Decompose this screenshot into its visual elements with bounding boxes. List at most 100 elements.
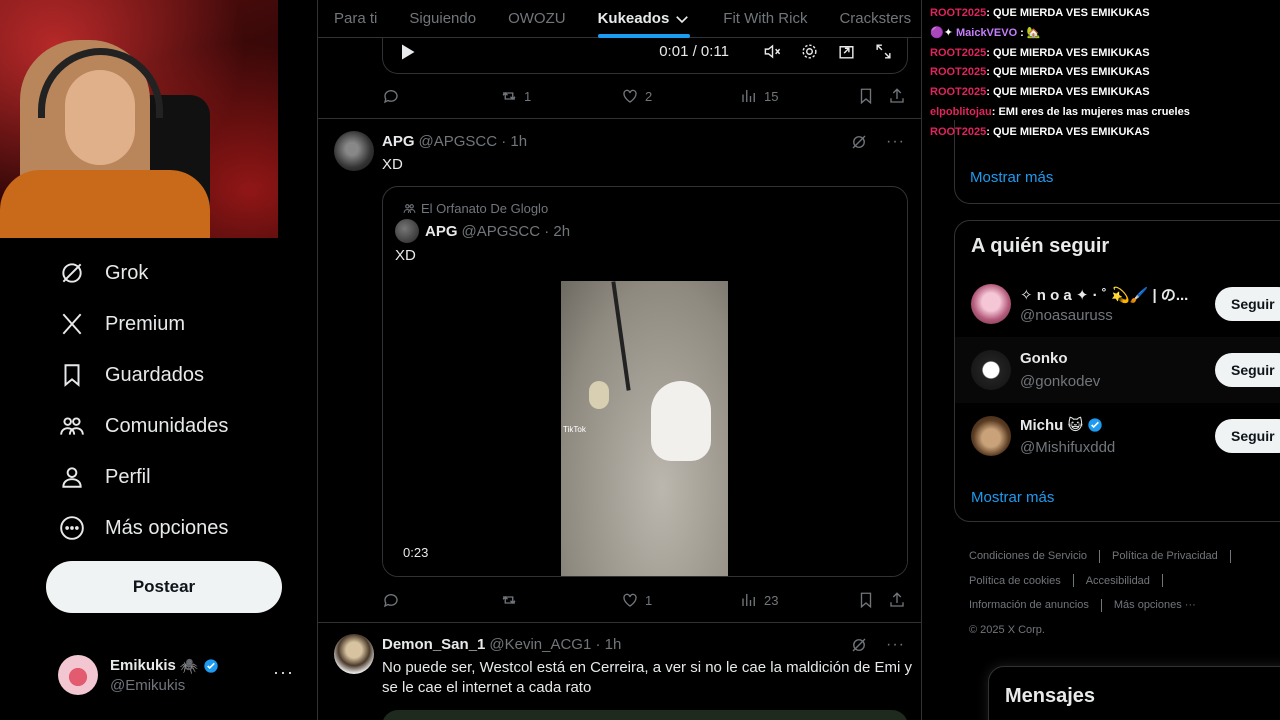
community-label[interactable]: El Orfanato De Gloglo (403, 201, 548, 216)
footer-links: Condiciones de Servicio Política de Priva… (969, 544, 1269, 642)
author-name[interactable]: Demon_San_1 (382, 636, 485, 653)
avatar[interactable] (334, 634, 374, 674)
tweet-text: No puede ser, Westcol está en Cerreira, … (382, 659, 912, 696)
like-button[interactable]: 1 (621, 591, 652, 609)
pip-icon[interactable] (836, 42, 856, 62)
tweet-media[interactable] (382, 710, 908, 720)
follow-button[interactable]: Seguir (1215, 419, 1280, 453)
chat-username: ROOT2025 (930, 125, 987, 138)
more-dots-icon[interactable]: ··· (886, 133, 905, 151)
follow-button[interactable]: Seguir (1215, 287, 1280, 321)
bookmark-button[interactable] (857, 87, 875, 105)
x-logo-icon (58, 310, 86, 338)
share-icon (890, 88, 904, 103)
like-count: 2 (645, 88, 653, 104)
account-display-name: Emikukis (110, 657, 176, 674)
footer-link[interactable]: Política de Privacidad (1112, 550, 1218, 562)
tab-owozu[interactable]: OWOZU (492, 0, 582, 38)
right-sidebar: ROOT2025: QUE MIERDA VES EMIKUKAS 🟣✦ Maic… (922, 0, 1280, 720)
communities-icon (403, 204, 416, 213)
views-button[interactable]: 23 (740, 591, 778, 609)
share-button[interactable] (888, 591, 906, 609)
chat-message: ROOT2025: QUE MIERDA VES EMIKUKAS (930, 123, 1270, 143)
avatar (971, 350, 1011, 390)
fullscreen-icon[interactable] (873, 42, 893, 62)
avatar[interactable] (334, 131, 374, 171)
footer-link[interactable]: Política de cookies (969, 575, 1061, 587)
follow-suggestion[interactable]: ✧ n o a ✦ · ˚ 💫🖌️ | の... @noasauruss Seg… (955, 271, 1280, 337)
footer-link[interactable]: Condiciones de Servicio (969, 550, 1087, 562)
tab-label: Fit With Rick (723, 10, 808, 27)
author-handle[interactable]: @Kevin_ACG1 · 1h (489, 636, 621, 653)
retweet-button[interactable]: 1 (500, 87, 531, 105)
tab-cracksters[interactable]: Cracksters (823, 0, 921, 38)
tab-label: Kukeados (597, 10, 670, 27)
tweet-text: XD (382, 156, 403, 173)
messages-drawer[interactable]: Mensajes (988, 666, 1280, 720)
chat-username: MaickVEVO (955, 26, 1018, 39)
nav-grok[interactable]: Grok (58, 253, 148, 293)
left-sidebar: Grok Premium Guardados Comunidades Perfi… (0, 0, 317, 720)
avatar (971, 284, 1011, 324)
follow-suggestion[interactable]: Gonko @gonkodev Seguir (955, 337, 1280, 403)
settings-gear-icon[interactable] (799, 42, 819, 62)
tab-siguiendo[interactable]: Siguiendo (393, 0, 492, 38)
chat-username: elpoblitojau (930, 105, 992, 118)
stream-chat-overlay: ROOT2025: QUE MIERDA VES EMIKUKAS 🟣✦ Maic… (930, 4, 1270, 143)
play-icon[interactable] (397, 42, 417, 62)
tab-fit-with-rick[interactable]: Fit With Rick (707, 0, 823, 38)
tiktok-watermark: TikTok (563, 425, 586, 434)
tab-kukeados[interactable]: Kukeados (582, 0, 708, 38)
tweet-tools: ··· (850, 636, 905, 654)
community-name: El Orfanato De Gloglo (421, 201, 549, 216)
author-name[interactable]: APG (382, 133, 415, 150)
share-button[interactable] (888, 87, 906, 105)
tab-label: Cracksters (839, 10, 912, 27)
account-switcher[interactable]: Emikukis 🕷️ @Emikukis ··· (58, 652, 304, 698)
post-button[interactable]: Postear (46, 561, 282, 613)
follow-suggestion[interactable]: Michu 😺 @Mishifuxddd Seguir (955, 403, 1280, 469)
views-chart-icon (742, 90, 755, 102)
suggestion-handle: @gonkodev (1020, 373, 1101, 390)
views-button[interactable]: 15 (740, 87, 778, 105)
retweet-button[interactable] (500, 591, 524, 609)
nav-communities[interactable]: Comunidades (58, 406, 228, 446)
quoted-tweet[interactable]: El Orfanato De Gloglo APG @APGSCC · 2h X… (382, 186, 908, 577)
heart-icon (623, 89, 637, 103)
nav-bookmarks[interactable]: Guardados (58, 355, 204, 395)
quoted-author-name: APG (425, 222, 458, 240)
show-more-link[interactable]: Mostrar más (971, 489, 1054, 506)
nav-more-options[interactable]: Más opciones (58, 508, 228, 548)
follow-button[interactable]: Seguir (1215, 353, 1280, 387)
communities-icon (58, 412, 86, 440)
nav-premium[interactable]: Premium (58, 304, 185, 344)
footer-link[interactable]: Información de anuncios (969, 599, 1089, 611)
view-count: 23 (764, 592, 779, 608)
mute-icon[interactable] (762, 42, 782, 62)
author-handle[interactable]: @APGSCC · 1h (419, 133, 528, 150)
chat-text: : QUE MIERDA VES EMIKUKAS (986, 7, 1150, 19)
person-icon (58, 463, 86, 491)
avatar (395, 219, 419, 243)
view-count: 15 (764, 88, 779, 104)
grok-icon[interactable] (850, 636, 868, 654)
tweet-header: APG @APGSCC · 1h (382, 133, 527, 150)
more-dots-icon[interactable]: ··· (886, 636, 905, 654)
tweet-actions: 1 2 15 (382, 84, 908, 108)
grok-icon[interactable] (850, 133, 868, 151)
reply-button[interactable] (382, 87, 400, 105)
reply-button[interactable] (382, 591, 400, 609)
quoted-author-handle: @APGSCC · 2h (461, 222, 571, 240)
tweet-header: Demon_San_1 @Kevin_ACG1 · 1h (382, 636, 621, 653)
nav-profile[interactable]: Perfil (58, 457, 151, 497)
tab-para-ti[interactable]: Para ti (318, 0, 393, 38)
video-player[interactable]: TikTok 0:23 (383, 281, 907, 576)
bookmark-button[interactable] (857, 591, 875, 609)
like-button[interactable]: 2 (621, 87, 652, 105)
show-more-link[interactable]: Mostrar más (970, 169, 1053, 186)
footer-link[interactable]: Más opciones ··· (1114, 599, 1196, 611)
grok-icon (58, 259, 86, 287)
timeline: Para ti Siguiendo OWOZU Kukeados Fit Wit… (317, 0, 922, 720)
footer-link[interactable]: Accesibilidad (1086, 575, 1150, 587)
more-dots-icon[interactable]: ··· (273, 662, 294, 683)
